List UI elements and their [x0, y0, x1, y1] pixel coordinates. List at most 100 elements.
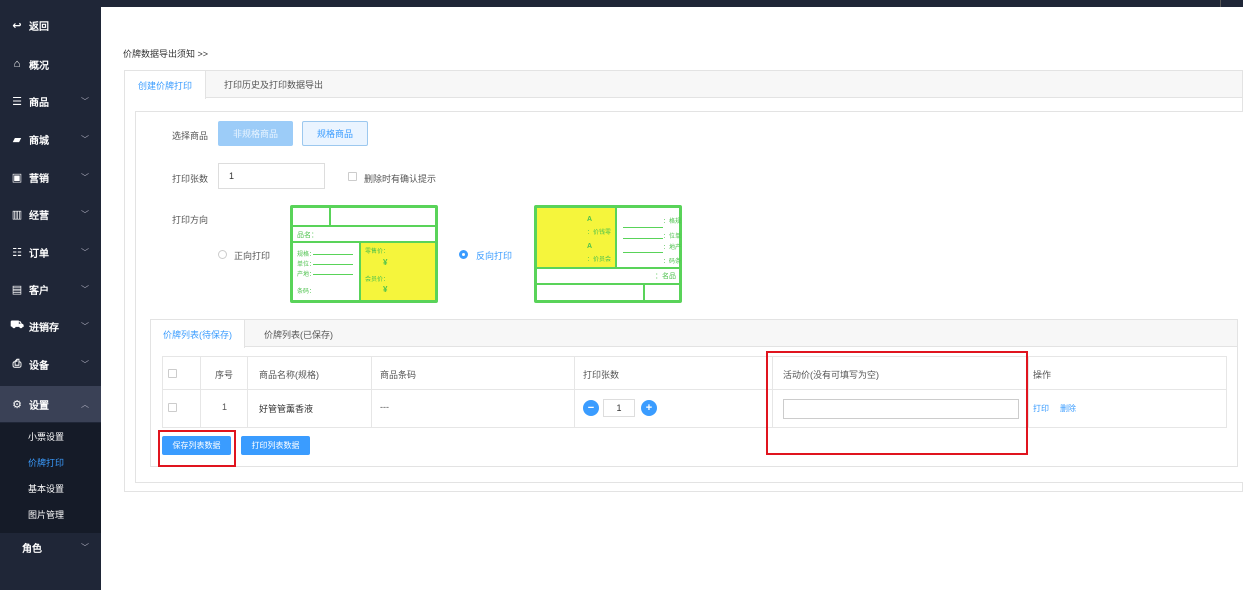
chevron-down-icon: ﹀	[81, 247, 89, 257]
increment-button[interactable]: +	[641, 400, 657, 416]
sidebar-subitem-label: 价牌打印	[28, 457, 65, 468]
sidebar-subitem-receipt-settings[interactable]: 小票设置	[0, 423, 101, 449]
gift-icon: ▣	[11, 171, 23, 184]
id-card-icon: ▤	[11, 283, 23, 296]
sidebar-subitem-image-management[interactable]: 图片管理	[0, 501, 101, 527]
sidebar-item-label: 商城	[29, 135, 49, 147]
order-list-icon: ☷	[12, 246, 22, 259]
row-print-count-input[interactable]: 1	[603, 399, 635, 417]
tab-print-history[interactable]: 打印历史及打印数据导出	[211, 71, 336, 98]
sidebar-subitem-label: 图片管理	[28, 509, 65, 520]
decrement-button[interactable]: −	[583, 400, 599, 416]
tab-list-saved[interactable]: 价牌列表(已保存)	[252, 320, 345, 348]
chevron-down-icon: ﹀	[81, 542, 89, 552]
back-button[interactable]: ↩ 返回	[0, 10, 101, 40]
back-label: 返回	[29, 21, 49, 33]
preview-field-text: ：价员会	[587, 257, 612, 263]
sidebar-item-label: 营销	[29, 173, 49, 185]
preview-field-text: ：地产	[663, 245, 682, 251]
main-tabs: 创建价牌打印 打印历史及打印数据导出	[125, 71, 1242, 99]
sidebar-item-label: 订单	[29, 248, 49, 260]
sidebar-item-settings[interactable]: ⚙ 设置 ︿	[0, 386, 101, 422]
truck-icon: ⛟	[10, 319, 24, 331]
forward-print-preview: 品名： 规格： 单位： 产地： 条码： 零售价： ¥ 会员价： ¥	[290, 205, 438, 303]
sidebar-item-role[interactable]: 角色 ﹀	[0, 532, 101, 562]
tab-list-pending[interactable]: 价牌列表(待保存)	[151, 320, 245, 348]
sidebar-item-orders[interactable]: ☷ 订单 ﹀	[0, 237, 101, 267]
reverse-print-preview: A ：价钱零 A ：价员会 ：格规 ：位单 ：地产 ：码条 ：名品	[534, 205, 682, 303]
column-header-index: 序号	[215, 370, 234, 380]
reverse-print-label: 反向打印	[476, 251, 513, 261]
column-header-print-count: 打印张数	[583, 370, 620, 380]
sidebar-subitem-label: 小票设置	[28, 431, 65, 442]
print-list-button[interactable]: 打印列表数据	[241, 436, 310, 455]
sidebar-item-label: 进销存	[29, 322, 59, 334]
chevron-down-icon: ﹀	[81, 321, 89, 331]
home-icon: ⌂	[13, 58, 21, 70]
sidebar-item-label: 设备	[29, 360, 49, 372]
reverse-print-radio[interactable]	[459, 250, 468, 259]
tab-create-price-tag[interactable]: 创建价牌打印	[125, 71, 207, 99]
preview-yen: A	[587, 243, 593, 250]
list-tabs: 价牌列表(待保存) 价牌列表(已保存)	[151, 320, 1237, 348]
print-direction-label: 打印方向	[172, 215, 209, 225]
shop-bag-icon: ▰	[12, 133, 22, 146]
sidebar-subitem-price-tag-print[interactable]: 价牌打印	[0, 449, 101, 475]
highlight-activity-price	[766, 351, 1028, 455]
confirm-delete-checkbox[interactable]	[348, 172, 357, 181]
non-spec-goods-button[interactable]: 非规格商品	[218, 121, 293, 146]
sidebar-item-label: 客户	[29, 285, 49, 297]
delete-row-link[interactable]: 删除	[1060, 403, 1076, 414]
column-header-actions: 操作	[1033, 370, 1052, 380]
chevron-down-icon: ﹀	[81, 134, 89, 144]
top-bar-divider	[1220, 0, 1221, 7]
minus-icon: −	[587, 402, 595, 414]
select-all-checkbox[interactable]	[168, 369, 177, 378]
sidebar-item-label: 角色	[22, 543, 42, 555]
chevron-down-icon: ﹀	[81, 96, 89, 106]
sidebar-item-overview[interactable]: ⌂ 概况	[0, 49, 101, 79]
highlight-save-button	[158, 430, 236, 467]
sidebar-item-devices[interactable]: ⎙ 设备 ﹀	[0, 349, 101, 379]
chevron-up-icon: ︿	[81, 399, 89, 409]
row-product-name: 好管管薰香液	[259, 404, 314, 414]
row-checkbox[interactable]	[168, 403, 177, 412]
preview-name-label: ：名品	[655, 273, 676, 280]
preview-field-text: ：价钱零	[587, 230, 612, 236]
preview-retail-label: 零售价：	[365, 249, 390, 255]
forward-print-radio[interactable]	[218, 250, 227, 259]
sidebar-item-operation[interactable]: ▥ 经营 ﹀	[0, 199, 101, 229]
spec-goods-button[interactable]: 规格商品	[302, 121, 368, 146]
chevron-down-icon: ﹀	[81, 172, 89, 182]
sidebar-item-marketing[interactable]: ▣ 营销 ﹀	[0, 162, 101, 192]
preview-field-text: ：格规	[663, 219, 682, 225]
sidebar: ↩ 返回 ⌂ 概况 ☰ 商品 ﹀ ▰ 商城 ﹀ ▣ 营销 ﹀ ▥ 经营 ﹀ ☷ …	[0, 0, 101, 590]
row-barcode: ---	[380, 402, 389, 412]
preview-yen: ¥	[383, 285, 388, 294]
preview-field-text: ：位单	[663, 234, 682, 240]
sidebar-item-inventory[interactable]: ⛟ 进销存 ﹀	[0, 311, 101, 341]
export-notice-link[interactable]: 价牌数据导出须知 >>	[123, 47, 208, 60]
preview-field-text: ：码条	[663, 259, 682, 265]
sidebar-item-label: 设置	[29, 400, 49, 412]
select-goods-label: 选择商品	[172, 131, 209, 141]
print-count-input[interactable]: 1	[218, 163, 325, 189]
sidebar-item-mall[interactable]: ▰ 商城 ﹀	[0, 124, 101, 154]
forward-print-label: 正向打印	[234, 251, 271, 261]
sidebar-item-goods[interactable]: ☰ 商品 ﹀	[0, 86, 101, 116]
preview-field-text: 条码：	[297, 289, 316, 295]
chevron-down-icon: ﹀	[81, 284, 89, 294]
plus-icon: +	[645, 402, 653, 414]
sidebar-subitem-label: 基本设置	[28, 483, 65, 494]
print-count-label: 打印张数	[172, 174, 209, 184]
chevron-down-icon: ﹀	[81, 209, 89, 219]
sidebar-item-label: 商品	[29, 97, 49, 109]
column-header-barcode: 商品条码	[380, 370, 417, 380]
printer-icon: ⎙	[12, 357, 22, 370]
sidebar-subitem-basic-settings[interactable]: 基本设置	[0, 475, 101, 501]
list-icon: ☰	[12, 95, 22, 108]
print-row-link[interactable]: 打印	[1033, 403, 1049, 414]
sidebar-item-label: 经营	[29, 210, 49, 222]
bar-chart-icon: ▥	[11, 208, 23, 221]
sidebar-item-customers[interactable]: ▤ 客户 ﹀	[0, 274, 101, 304]
